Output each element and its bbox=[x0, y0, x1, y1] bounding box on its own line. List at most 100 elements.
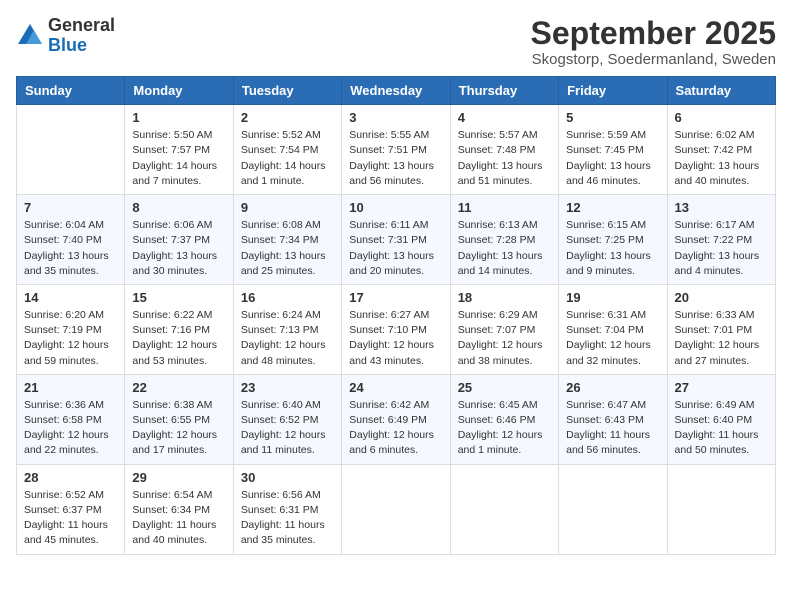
calendar-cell: 14 Sunrise: 6:20 AM Sunset: 7:19 PM Dayli… bbox=[17, 284, 125, 374]
day-info: Sunrise: 6:31 AM Sunset: 7:04 PM Dayligh… bbox=[566, 308, 659, 369]
logo-blue: Blue bbox=[48, 36, 115, 56]
weekday-header-tuesday: Tuesday bbox=[233, 77, 341, 105]
day-info: Sunrise: 6:29 AM Sunset: 7:07 PM Dayligh… bbox=[458, 308, 551, 369]
weekday-header-monday: Monday bbox=[125, 77, 233, 105]
day-number: 2 bbox=[241, 110, 334, 125]
day-info: Sunrise: 6:47 AM Sunset: 6:43 PM Dayligh… bbox=[566, 398, 659, 459]
calendar-cell bbox=[450, 464, 558, 554]
day-number: 25 bbox=[458, 380, 551, 395]
day-info: Sunrise: 6:56 AM Sunset: 6:31 PM Dayligh… bbox=[241, 488, 334, 549]
weekday-header-wednesday: Wednesday bbox=[342, 77, 450, 105]
calendar-cell: 17 Sunrise: 6:27 AM Sunset: 7:10 PM Dayli… bbox=[342, 284, 450, 374]
calendar-cell bbox=[342, 464, 450, 554]
day-number: 27 bbox=[675, 380, 768, 395]
calendar-cell bbox=[559, 464, 667, 554]
day-number: 19 bbox=[566, 290, 659, 305]
weekday-header-friday: Friday bbox=[559, 77, 667, 105]
calendar-cell: 22Sunrise: 6:38 AM Sunset: 6:55 PM Dayli… bbox=[125, 374, 233, 464]
day-info: Sunrise: 6:54 AM Sunset: 6:34 PM Dayligh… bbox=[132, 488, 225, 549]
day-number: 30 bbox=[241, 470, 334, 485]
weekday-header-saturday: Saturday bbox=[667, 77, 775, 105]
logo: General Blue bbox=[16, 16, 115, 56]
day-number: 3 bbox=[349, 110, 442, 125]
day-number: 11 bbox=[458, 200, 551, 215]
calendar-cell: 7 Sunrise: 6:04 AM Sunset: 7:40 PM Daylig… bbox=[17, 195, 125, 285]
calendar-cell: 27 Sunrise: 6:49 AM Sunset: 6:40 PM Dayli… bbox=[667, 374, 775, 464]
day-info: Sunrise: 6:13 AM Sunset: 7:28 PM Dayligh… bbox=[458, 218, 551, 279]
calendar-cell: 26 Sunrise: 6:47 AM Sunset: 6:43 PM Dayli… bbox=[559, 374, 667, 464]
day-info: Sunrise: 6:24 AM Sunset: 7:13 PM Dayligh… bbox=[241, 308, 334, 369]
calendar-cell: 1 Sunrise: 5:50 AM Sunset: 7:57 PM Daylig… bbox=[125, 105, 233, 195]
calendar-cell: 5Sunrise: 5:59 AM Sunset: 7:45 PM Daylig… bbox=[559, 105, 667, 195]
calendar-cell: 10 Sunrise: 6:11 AM Sunset: 7:31 PM Dayli… bbox=[342, 195, 450, 285]
day-number: 14 bbox=[24, 290, 117, 305]
day-number: 26 bbox=[566, 380, 659, 395]
location-title: Skogstorp, Soedermanland, Sweden bbox=[531, 51, 776, 68]
month-title: September 2025 bbox=[531, 16, 776, 51]
day-info: Sunrise: 6:06 AM Sunset: 7:37 PM Dayligh… bbox=[132, 218, 225, 279]
day-info: Sunrise: 5:52 AM Sunset: 7:54 PM Dayligh… bbox=[241, 128, 334, 189]
day-number: 7 bbox=[24, 200, 117, 215]
day-number: 20 bbox=[675, 290, 768, 305]
day-number: 13 bbox=[675, 200, 768, 215]
day-number: 6 bbox=[675, 110, 768, 125]
day-info: Sunrise: 6:36 AM Sunset: 6:58 PM Dayligh… bbox=[24, 398, 117, 459]
weekday-header-row: SundayMondayTuesdayWednesdayThursdayFrid… bbox=[17, 77, 776, 105]
calendar-cell: 18 Sunrise: 6:29 AM Sunset: 7:07 PM Dayli… bbox=[450, 284, 558, 374]
day-info: Sunrise: 6:11 AM Sunset: 7:31 PM Dayligh… bbox=[349, 218, 442, 279]
logo-icon bbox=[16, 22, 44, 50]
calendar-cell: 6 Sunrise: 6:02 AM Sunset: 7:42 PM Daylig… bbox=[667, 105, 775, 195]
calendar-cell: 13 Sunrise: 6:17 AM Sunset: 7:22 PM Dayli… bbox=[667, 195, 775, 285]
day-info: Sunrise: 5:57 AM Sunset: 7:48 PM Dayligh… bbox=[458, 128, 551, 189]
day-number: 9 bbox=[241, 200, 334, 215]
day-info: Sunrise: 6:15 AM Sunset: 7:25 PM Dayligh… bbox=[566, 218, 659, 279]
day-number: 4 bbox=[458, 110, 551, 125]
day-number: 23 bbox=[241, 380, 334, 395]
day-info: Sunrise: 6:52 AM Sunset: 6:37 PM Dayligh… bbox=[24, 488, 117, 549]
calendar-cell bbox=[17, 105, 125, 195]
calendar-cell: 21 Sunrise: 6:36 AM Sunset: 6:58 PM Dayli… bbox=[17, 374, 125, 464]
day-number: 28 bbox=[24, 470, 117, 485]
day-info: Sunrise: 6:40 AM Sunset: 6:52 PM Dayligh… bbox=[241, 398, 334, 459]
calendar-cell: 11 Sunrise: 6:13 AM Sunset: 7:28 PM Dayli… bbox=[450, 195, 558, 285]
calendar-cell: 23 Sunrise: 6:40 AM Sunset: 6:52 PM Dayli… bbox=[233, 374, 341, 464]
day-number: 12 bbox=[566, 200, 659, 215]
day-info: Sunrise: 5:50 AM Sunset: 7:57 PM Dayligh… bbox=[132, 128, 225, 189]
title-area: September 2025 Skogstorp, Soedermanland,… bbox=[531, 16, 776, 68]
day-info: Sunrise: 6:02 AM Sunset: 7:42 PM Dayligh… bbox=[675, 128, 768, 189]
calendar-cell: 24Sunrise: 6:42 AM Sunset: 6:49 PM Dayli… bbox=[342, 374, 450, 464]
day-info: Sunrise: 6:49 AM Sunset: 6:40 PM Dayligh… bbox=[675, 398, 768, 459]
day-number: 18 bbox=[458, 290, 551, 305]
page-header: General Blue September 2025 Skogstorp, S… bbox=[16, 16, 776, 68]
day-number: 1 bbox=[132, 110, 225, 125]
day-info: Sunrise: 6:33 AM Sunset: 7:01 PM Dayligh… bbox=[675, 308, 768, 369]
day-info: Sunrise: 6:20 AM Sunset: 7:19 PM Dayligh… bbox=[24, 308, 117, 369]
day-number: 22 bbox=[132, 380, 225, 395]
day-info: Sunrise: 6:27 AM Sunset: 7:10 PM Dayligh… bbox=[349, 308, 442, 369]
weekday-header-thursday: Thursday bbox=[450, 77, 558, 105]
calendar-cell bbox=[667, 464, 775, 554]
day-number: 21 bbox=[24, 380, 117, 395]
calendar-cell: 9Sunrise: 6:08 AM Sunset: 7:34 PM Daylig… bbox=[233, 195, 341, 285]
week-row-2: 7 Sunrise: 6:04 AM Sunset: 7:40 PM Daylig… bbox=[17, 195, 776, 285]
week-row-5: 28 Sunrise: 6:52 AM Sunset: 6:37 PM Dayli… bbox=[17, 464, 776, 554]
day-number: 17 bbox=[349, 290, 442, 305]
calendar-table: SundayMondayTuesdayWednesdayThursdayFrid… bbox=[16, 76, 776, 554]
calendar-body: 1 Sunrise: 5:50 AM Sunset: 7:57 PM Daylig… bbox=[17, 105, 776, 554]
day-number: 5 bbox=[566, 110, 659, 125]
calendar-cell: 30 Sunrise: 6:56 AM Sunset: 6:31 PM Dayli… bbox=[233, 464, 341, 554]
day-info: Sunrise: 6:17 AM Sunset: 7:22 PM Dayligh… bbox=[675, 218, 768, 279]
day-info: Sunrise: 6:04 AM Sunset: 7:40 PM Dayligh… bbox=[24, 218, 117, 279]
calendar-cell: 15Sunrise: 6:22 AM Sunset: 7:16 PM Dayli… bbox=[125, 284, 233, 374]
day-number: 8 bbox=[132, 200, 225, 215]
calendar-cell: 28 Sunrise: 6:52 AM Sunset: 6:37 PM Dayli… bbox=[17, 464, 125, 554]
logo-general: General bbox=[48, 16, 115, 36]
calendar-cell: 29 Sunrise: 6:54 AM Sunset: 6:34 PM Dayli… bbox=[125, 464, 233, 554]
day-number: 29 bbox=[132, 470, 225, 485]
calendar-cell: 3Sunrise: 5:55 AM Sunset: 7:51 PM Daylig… bbox=[342, 105, 450, 195]
week-row-1: 1 Sunrise: 5:50 AM Sunset: 7:57 PM Daylig… bbox=[17, 105, 776, 195]
calendar-cell: 16Sunrise: 6:24 AM Sunset: 7:13 PM Dayli… bbox=[233, 284, 341, 374]
calendar-cell: 25Sunrise: 6:45 AM Sunset: 6:46 PM Dayli… bbox=[450, 374, 558, 464]
calendar-cell: 8 Sunrise: 6:06 AM Sunset: 7:37 PM Daylig… bbox=[125, 195, 233, 285]
day-number: 10 bbox=[349, 200, 442, 215]
